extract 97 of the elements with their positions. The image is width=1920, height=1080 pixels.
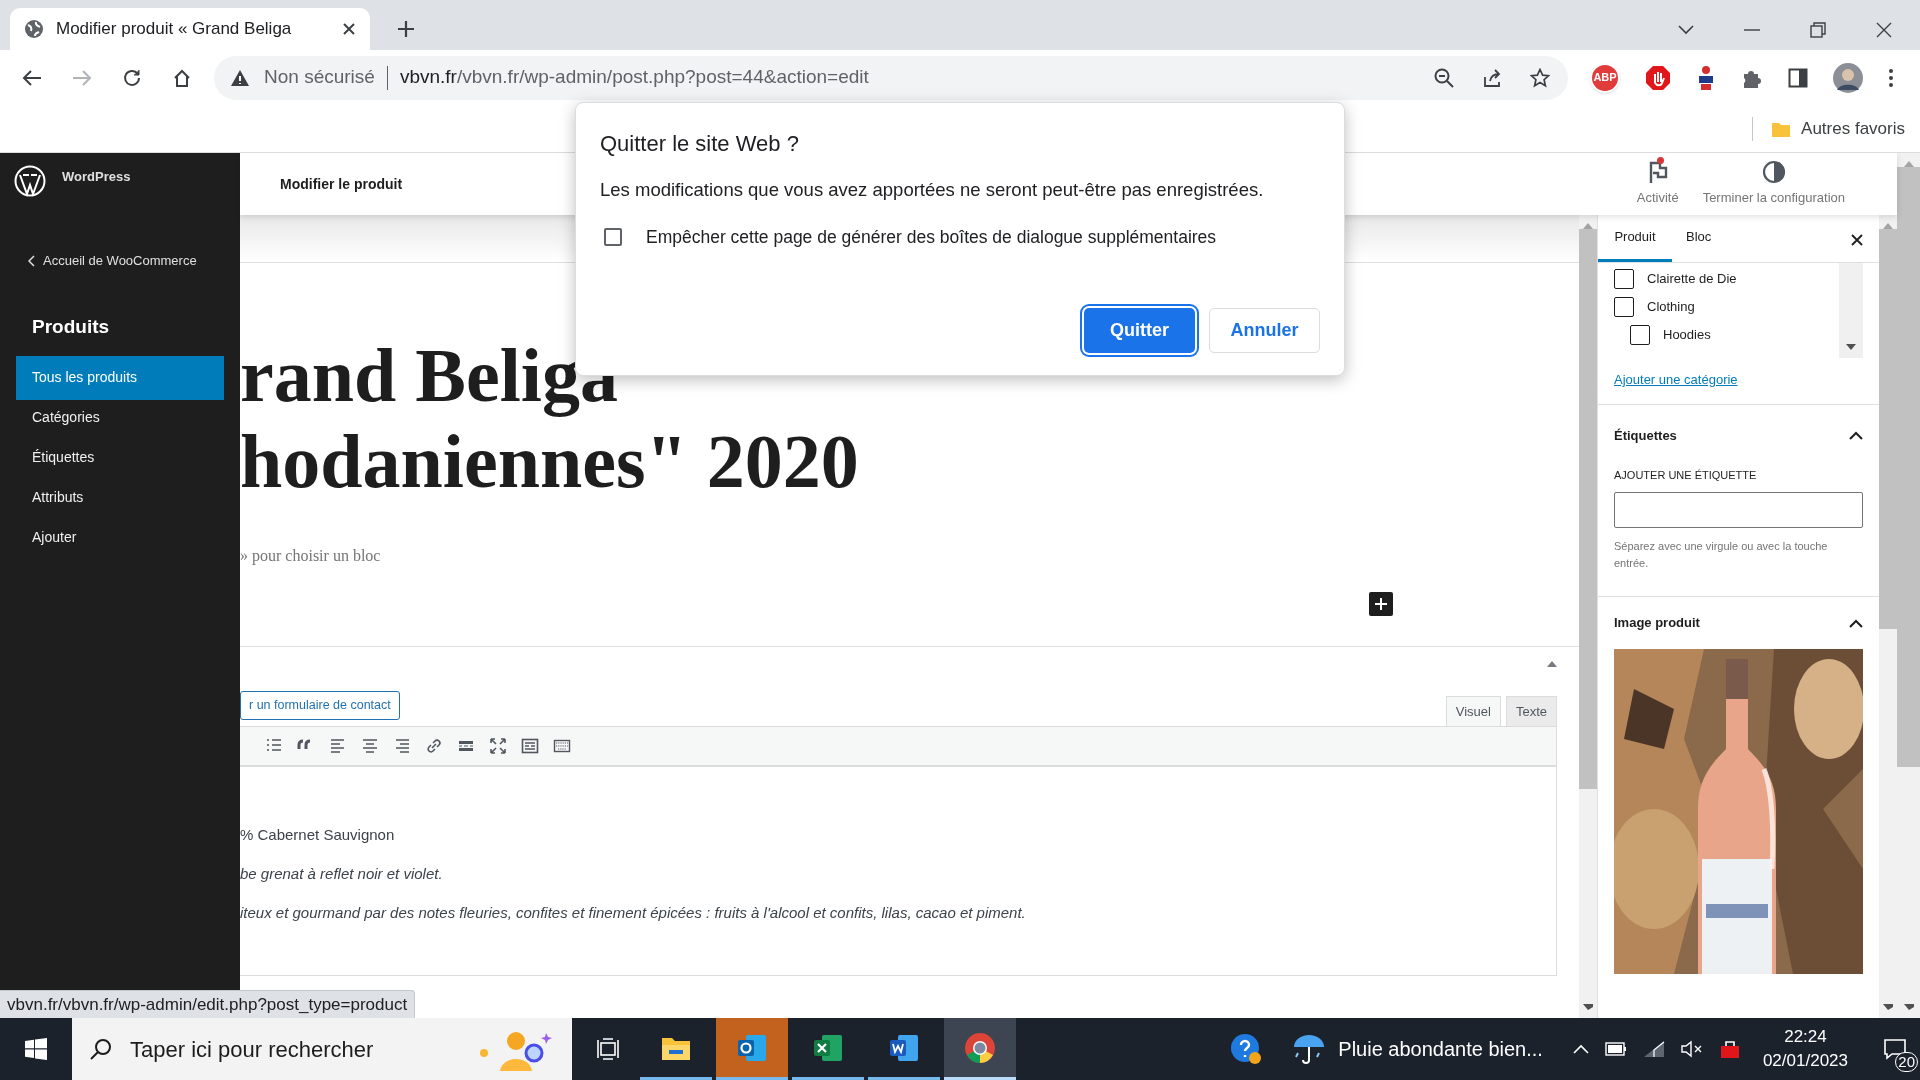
scrollbar-thumb[interactable]	[1897, 167, 1920, 767]
url-text: vbvn.fr/vbvn.fr/wp-admin/post.php?post=44&action=edit	[399, 65, 869, 90]
scroll-down-icon[interactable]	[1583, 1004, 1593, 1010]
close-icon[interactable]	[1876, 22, 1892, 38]
stop-hand-icon[interactable]	[1645, 64, 1671, 91]
security-label: Non sécurisé	[264, 65, 375, 90]
field-label: AJOUTER UNE ÉTIQUETTE	[1614, 467, 1758, 483]
category-checkbox[interactable]: Hoodies	[1614, 321, 1839, 349]
link-icon[interactable]	[425, 737, 443, 755]
notification-count: 20	[1895, 1052, 1918, 1072]
section-title: Image produit	[1614, 614, 1700, 633]
battery-icon[interactable]	[1604, 1042, 1627, 1056]
panel-tab[interactable]: Bloc	[1672, 215, 1726, 262]
avatar-icon[interactable]	[1833, 62, 1863, 93]
menu-icon[interactable]	[1888, 67, 1894, 88]
fullscreen-icon[interactable]	[489, 737, 507, 755]
section-title: Produits	[31, 315, 111, 339]
toolbar-toggle-icon[interactable]	[521, 737, 539, 755]
tab-search-icon[interactable]	[1678, 25, 1694, 35]
windows-icon	[25, 1038, 47, 1060]
browser-tab[interactable]: Modifier produit « Grand Beliga	[10, 8, 370, 50]
tab-title: Modifier produit « Grand Beliga	[56, 18, 293, 41]
editor-tab[interactable]: Visuel	[1445, 696, 1501, 726]
share-icon[interactable]	[1482, 67, 1502, 88]
tray-app-icon[interactable]	[1718, 1038, 1741, 1060]
dialog-button[interactable]: Annuler	[1209, 308, 1320, 353]
search-icon	[90, 1038, 112, 1060]
restore-icon[interactable]	[1810, 22, 1826, 38]
globe-icon	[24, 19, 44, 39]
close-icon[interactable]	[1851, 234, 1863, 246]
zoom-out-icon[interactable]	[1434, 67, 1454, 88]
excel-icon	[812, 1032, 844, 1063]
task-view-icon	[596, 1037, 620, 1061]
header-action[interactable]: Activité	[1624, 160, 1691, 208]
back-icon[interactable]	[22, 68, 42, 87]
align-left-icon[interactable]	[329, 737, 347, 755]
chrome-icon	[964, 1031, 996, 1064]
outlook-icon	[736, 1032, 768, 1063]
half-circle-icon	[1761, 160, 1786, 185]
muted-speaker-icon[interactable]	[1680, 1040, 1703, 1058]
weather-widget[interactable]: Pluie abondante bien...	[1292, 1033, 1543, 1065]
word-icon	[888, 1032, 920, 1063]
category-checkbox[interactable]: Clairette de Die	[1614, 265, 1839, 293]
add-category-link[interactable]: Ajouter une catégorie	[1614, 370, 1863, 390]
section-title: Étiquettes	[1614, 426, 1677, 445]
plus-icon	[1375, 598, 1387, 610]
sidebar-item[interactable]: Tous les produits	[16, 355, 224, 400]
dialog-title: Quitter le site Web ?	[600, 130, 800, 158]
category-checkbox[interactable]: Clothing	[1614, 293, 1839, 321]
clock[interactable]: 22:24 02/01/2023	[1762, 1025, 1848, 1073]
contact-form-button[interactable]: r un formulaire de contact	[240, 691, 400, 720]
description-line: be grenat à reflet noir et violet.	[240, 864, 444, 884]
chevron-up-icon[interactable]	[1849, 431, 1863, 440]
align-right-icon[interactable]	[393, 737, 411, 755]
bookmark-folder[interactable]: Autres favoris	[1771, 115, 1920, 142]
help-text: Séparez avec une virgule ou avec la touche entrée.	[1614, 539, 1829, 571]
scroll-down-icon[interactable]	[1846, 344, 1856, 350]
taskbar-app[interactable]	[944, 1018, 1016, 1080]
home-icon[interactable]	[172, 67, 192, 88]
adblock-icon[interactable]: ABP	[1590, 62, 1620, 93]
product-title: hodaniennes" 2020	[240, 418, 860, 504]
dialog-message: Les modifications que vous avez apportées ne seront peut-être pas enregistrées.	[600, 178, 1265, 202]
umbrella-icon	[1292, 1033, 1327, 1065]
side-panel-icon[interactable]	[1788, 67, 1808, 88]
scrollbar-thumb[interactable]	[1579, 229, 1597, 789]
help-icon[interactable]	[1230, 1033, 1263, 1065]
warning-icon	[230, 68, 250, 87]
description-line: % Cabernet Sauvignon	[240, 825, 396, 845]
back-link[interactable]: Accueil de WooCommerce	[0, 251, 240, 271]
extension-icon[interactable]	[1696, 64, 1716, 91]
notification-button[interactable]: 20	[1870, 1018, 1920, 1080]
block-hint: » pour choisir un bloc	[240, 546, 381, 567]
address-bar[interactable]: Non sécurisé vbvn.fr/vbvn.fr/wp-admin/post.php?post=44&action=edit	[214, 55, 1568, 100]
taskbar-search-field[interactable]: Taper ici pour rechercher	[72, 1018, 572, 1080]
scroll-down-icon[interactable]	[1903, 1004, 1914, 1010]
close-icon[interactable]	[342, 22, 356, 36]
page-title: Modifier le produit	[279, 174, 403, 194]
scroll-down-icon[interactable]	[1883, 1004, 1893, 1010]
collapse-icon[interactable]	[1547, 661, 1557, 667]
description-line: iteux et gourmand par des notes fleuries, confites et finement épicées : fruits à l'alcool et confits, lilas, cacao et piment.	[240, 903, 1027, 923]
new-tab-icon[interactable]	[397, 20, 415, 38]
align-center-icon[interactable]	[361, 737, 379, 755]
status-url: vbvn.fr/vbvn.fr/wp-admin/edit.php?post_type=product	[0, 990, 416, 1018]
keyboard-icon[interactable]	[553, 737, 571, 755]
panel-tab[interactable]: Produit	[1598, 215, 1672, 262]
brand-name: WordPress	[62, 168, 131, 186]
reload-icon[interactable]	[122, 67, 142, 88]
scrollbar-thumb[interactable]	[1879, 229, 1897, 629]
add-block-button[interactable]	[1369, 592, 1393, 616]
editor-tab[interactable]: Texte	[1505, 696, 1557, 726]
star-icon[interactable]	[1530, 67, 1550, 88]
chevron-up-icon[interactable]	[1849, 618, 1863, 628]
product-title: rand Beliga	[240, 332, 619, 418]
chevron-left-icon	[28, 255, 35, 267]
tag-input[interactable]	[1614, 492, 1863, 528]
header-action[interactable]: Terminer la configuration	[1690, 160, 1857, 208]
wordpress-logo-icon[interactable]	[14, 165, 46, 197]
